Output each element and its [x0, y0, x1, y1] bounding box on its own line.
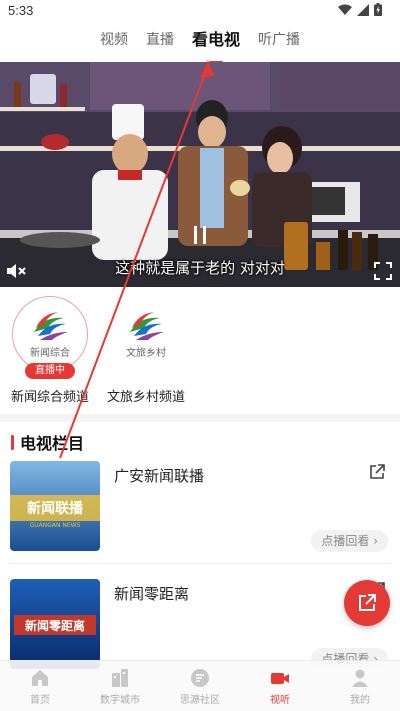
mute-icon	[7, 264, 26, 278]
bottom-nav: 首页 数字城市 思源社区 视听 我的	[0, 660, 400, 711]
channel-news-logo-text: 新闻综合	[30, 347, 70, 359]
section-divider	[0, 414, 400, 422]
status-bar: 5:33	[0, 0, 400, 24]
video-player[interactable]: 这种就是属于老的 对对对	[0, 62, 400, 287]
channel-culture-logo: 文旅乡村	[108, 296, 184, 372]
home-icon	[32, 669, 48, 686]
tab-watch-tv[interactable]: 看电视	[183, 28, 249, 64]
video-frame	[0, 62, 400, 287]
pause-button[interactable]	[193, 225, 207, 245]
community-icon	[191, 668, 209, 687]
nav-profile-label: 我的	[350, 694, 370, 706]
share-icon[interactable]	[368, 463, 386, 481]
tab-video-label: 视频	[99, 32, 128, 48]
tab-live-label: 直播	[145, 32, 174, 48]
program-thumb-text: 新闻零距离	[25, 618, 85, 633]
signal-icon	[357, 3, 369, 16]
tab-watch-tv-label: 看电视	[191, 30, 240, 49]
channel-culture-name: 文旅乡村频道	[106, 390, 185, 405]
channel-news-name: 新闻综合频道	[10, 390, 89, 405]
live-badge: 直播中	[25, 363, 75, 379]
nav-profile[interactable]: 我的	[320, 661, 400, 711]
channel-culture-logo-text: 文旅乡村	[126, 347, 166, 359]
tab-radio-label: 听广播	[258, 32, 300, 48]
section-title: 电视栏目	[20, 434, 85, 453]
nav-audiovisual-label: 视听	[270, 694, 290, 706]
tab-video[interactable]: 视频	[91, 28, 137, 58]
program-item[interactable]: 新闻联播 GUANGAN NEWS 广安新闻联播 点播回看 ›	[0, 461, 400, 573]
channel-list: 新闻综合 直播中 新闻综合频道 文旅乡村 文旅乡村频道	[0, 292, 400, 410]
section-accent-bar	[11, 434, 14, 450]
fullscreen-button[interactable]	[374, 262, 392, 280]
channel-news-logo: 新闻综合 直播中	[12, 296, 88, 379]
wifi-icon	[338, 4, 352, 15]
replay-button[interactable]: 点播回看 ›	[311, 530, 388, 552]
pause-icon	[194, 226, 206, 244]
nav-home-label: 首页	[30, 694, 50, 706]
program-thumb-text: 新闻联播	[27, 500, 84, 517]
program-title: 新闻零距离	[114, 585, 190, 603]
fullscreen-icon	[374, 262, 392, 280]
row-divider	[10, 563, 390, 564]
top-tabs: 视频 直播 看电视 听广播	[0, 28, 400, 64]
nav-digital-city[interactable]: 数字城市	[80, 661, 160, 711]
tab-live[interactable]: 直播	[137, 28, 183, 58]
channel-news[interactable]: 新闻综合 直播中 新闻综合频道	[0, 292, 100, 405]
video-icon	[271, 672, 289, 684]
nav-home[interactable]: 首页	[0, 661, 80, 711]
share-icon	[359, 594, 376, 611]
status-time: 5:33	[8, 3, 34, 18]
channel-logo-icon	[34, 311, 68, 340]
battery-icon	[374, 3, 382, 16]
channel-logo-icon	[130, 311, 164, 340]
program-thumbnail: 新闻零距离	[10, 579, 100, 669]
video-subtitle: 这种就是属于老的 对对对	[115, 259, 285, 277]
channel-culture[interactable]: 文旅乡村 文旅乡村频道	[96, 292, 196, 405]
nav-audiovisual[interactable]: 视听	[240, 661, 320, 711]
program-thumbnail: 新闻联播 GUANGAN NEWS	[10, 461, 100, 551]
nav-digital-city-label: 数字城市	[100, 694, 140, 706]
profile-icon	[352, 669, 368, 687]
nav-community[interactable]: 思源社区	[160, 661, 240, 711]
floating-share-button[interactable]	[344, 580, 390, 626]
program-title: 广安新闻联播	[114, 467, 205, 485]
mute-button[interactable]	[6, 262, 28, 280]
city-icon	[112, 668, 128, 687]
program-thumb-subtext: GUANGAN NEWS	[30, 522, 81, 529]
nav-community-label: 思源社区	[180, 694, 220, 706]
section-header: 电视栏目	[11, 430, 84, 454]
status-icons	[338, 3, 382, 16]
tab-radio[interactable]: 听广播	[249, 28, 309, 58]
